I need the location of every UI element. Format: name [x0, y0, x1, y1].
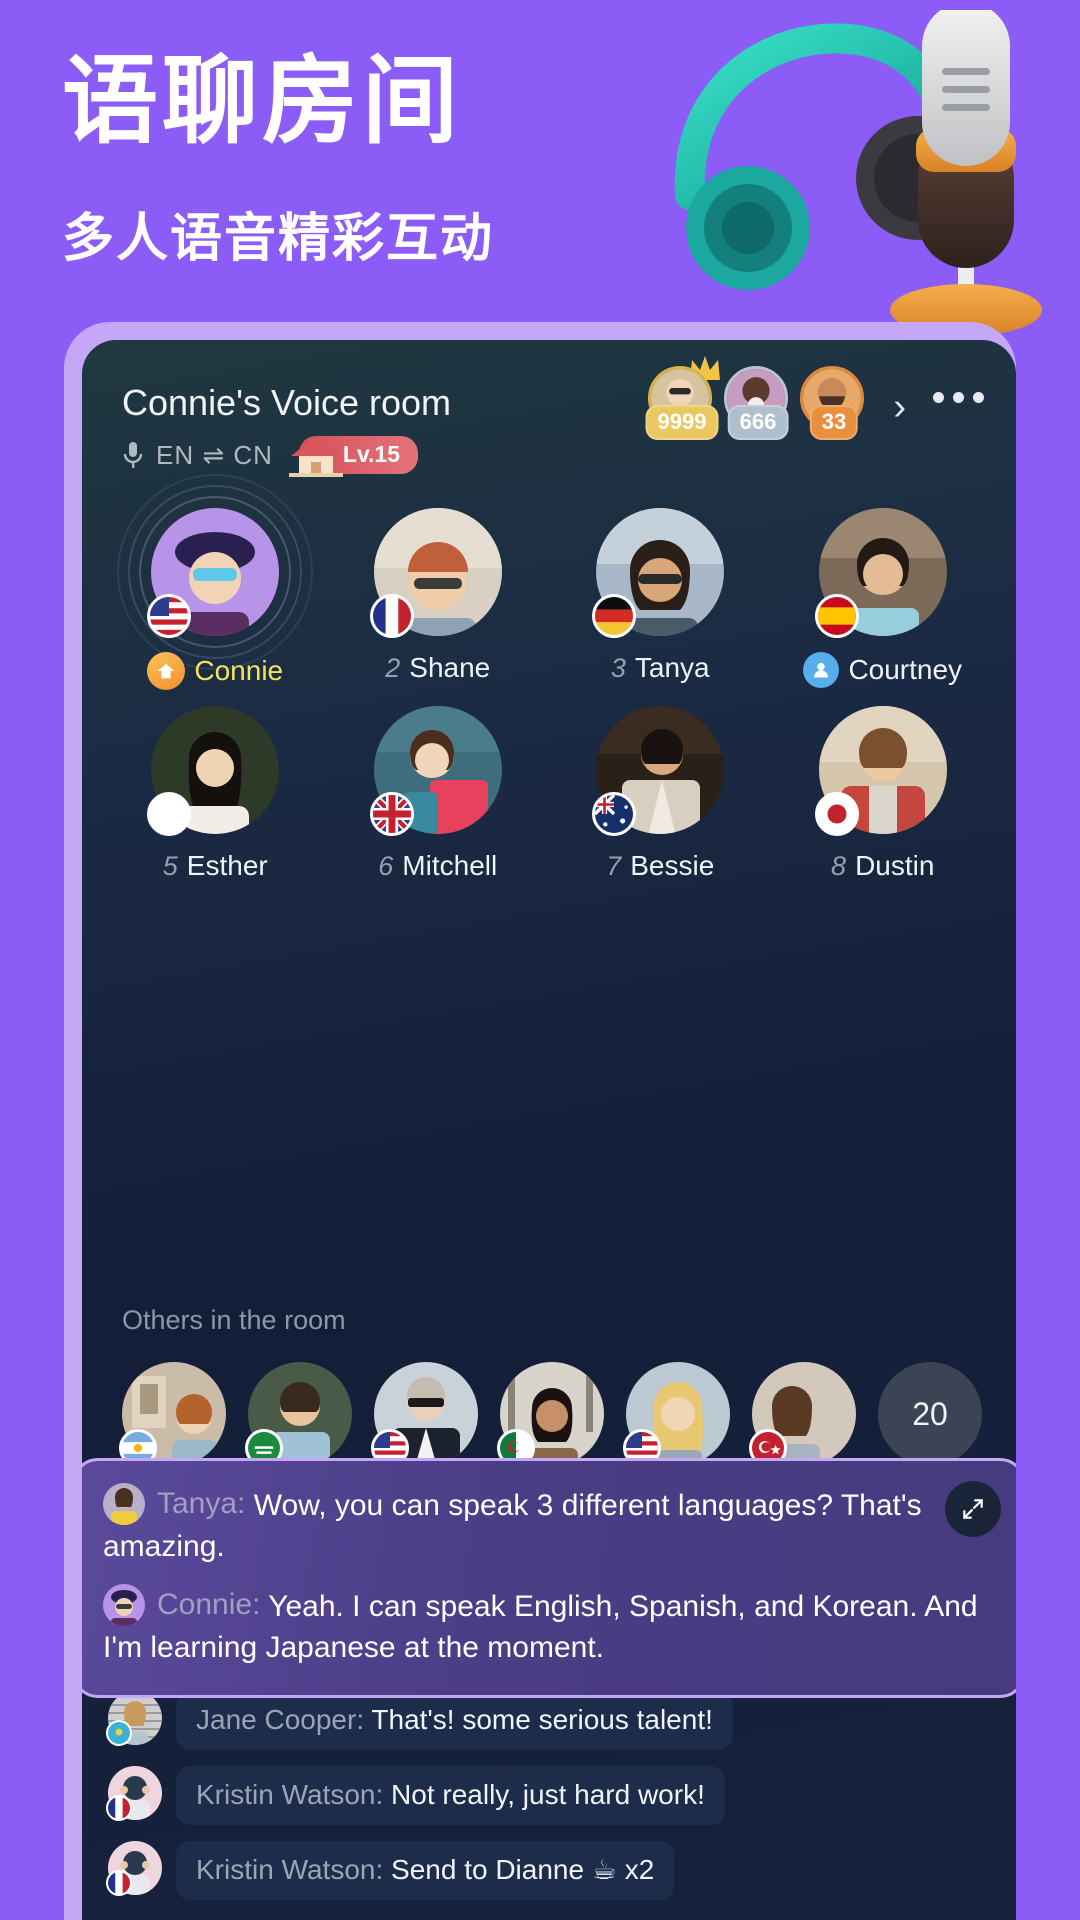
all-count: 20 — [878, 1362, 982, 1466]
highlight-message: Connie: Yeah. I can speak English, Spani… — [103, 1583, 995, 1669]
chat-sender: Kristin Watson: — [196, 1854, 384, 1886]
chat-text: That's! some serious talent! — [371, 1704, 713, 1736]
seat-label: Courtney — [788, 652, 978, 688]
avatar — [147, 706, 280, 836]
language-pair: EN ⇌ CN — [156, 439, 273, 470]
chat-message[interactable]: Kristin Watson: Send to Dianne ☕ x2 — [106, 1841, 990, 1900]
speaker-row: Connie 2 Shane 3 Tanya Courtney — [82, 474, 1016, 690]
highlight-sender: Tanya: — [157, 1487, 246, 1521]
chat-message[interactable]: Kristin Watson: Not really, just hard wo… — [106, 1766, 990, 1826]
seat-label: 7 Bessie — [606, 850, 715, 881]
chat-sender: Kristin Watson: — [196, 1779, 384, 1811]
others-title: Others in the room — [122, 1305, 346, 1335]
avatar — [103, 1483, 145, 1525]
flag-fr-icon — [369, 594, 414, 638]
rank-item[interactable]: 33 — [800, 366, 868, 440]
seat-label: 5 Esther — [162, 850, 268, 881]
speaker-grid: Connie 2 Shane 3 Tanya Courtney 5 Esther… — [82, 474, 1016, 898]
rank-value: 33 — [809, 405, 859, 440]
seat-courtney[interactable]: Courtney — [788, 508, 978, 690]
chat-bubble: Kristin Watson: Send to Dianne ☕ x2 — [176, 1841, 675, 1900]
seat-label: 8 Dustin — [831, 850, 935, 881]
flag-kz-icon — [106, 1720, 132, 1747]
avatar — [592, 508, 725, 638]
seat-esther[interactable]: 5 Esther — [120, 706, 310, 882]
flag-de-icon — [592, 594, 637, 638]
chat-list[interactable]: Jane Cooper: That's! some serious talent… — [82, 1691, 1016, 1920]
chat-bubble: Jane Cooper: That's! some serious talent… — [176, 1691, 733, 1751]
room-header: Connie's Voice room EN ⇌ CN Lv.15 9999 6… — [82, 340, 1016, 490]
chat-sender: Jane Cooper: — [196, 1704, 365, 1736]
avatar — [814, 706, 947, 836]
user-icon — [803, 652, 840, 688]
speaker-row: 5 Esther 6 Mitchell 7 Bessie 8 Dustin — [82, 706, 1016, 882]
seat-label: 2 Shane — [385, 652, 491, 683]
flag-fr-icon — [106, 1870, 132, 1897]
top-contributors[interactable]: 9999 666 33 — [645, 356, 868, 440]
avatar — [245, 1362, 352, 1467]
avatar — [497, 1362, 604, 1467]
microphone-icon — [122, 441, 144, 469]
chevron-right-icon[interactable]: › — [893, 388, 906, 426]
seat-mitchell[interactable]: 6 Mitchell — [343, 706, 533, 882]
chat-message[interactable]: Jane Cooper: That's! some serious talent… — [106, 1691, 990, 1751]
flag-gb-icon — [369, 792, 414, 836]
expand-icon[interactable] — [945, 1481, 1001, 1537]
page-subtitle: 多人语音精彩互动 — [62, 210, 495, 268]
room-title: Connie's Voice room — [122, 382, 452, 423]
more-options-icon[interactable] — [933, 392, 984, 403]
avatar — [371, 1362, 478, 1467]
seat-connie[interactable]: Connie — [117, 474, 314, 690]
seat-tanya[interactable]: 3 Tanya — [565, 508, 755, 690]
headphone-mic-illustration — [660, 10, 1080, 350]
avatar — [106, 1691, 162, 1747]
flag-us-icon — [147, 594, 192, 638]
page-title: 语聊房间 — [62, 48, 462, 155]
house-icon — [287, 432, 345, 478]
avatar — [106, 1841, 162, 1897]
avatar — [117, 474, 314, 670]
flag-fr-icon — [106, 1795, 132, 1822]
flag-es-icon — [814, 594, 859, 638]
avatar — [592, 706, 725, 836]
avatar — [623, 1362, 730, 1467]
rank-item[interactable]: 9999 — [645, 356, 720, 440]
chat-bubble: Kristin Watson: Not really, just hard wo… — [176, 1766, 725, 1826]
highlight-message: Tanya: Wow, you can speak 3 different la… — [103, 1483, 995, 1568]
level-badge[interactable]: Lv.15 — [288, 436, 419, 477]
rank-value: 9999 — [645, 405, 719, 440]
chat-text: Send to Dianne ☕ x2 — [391, 1854, 655, 1886]
avatar — [106, 1766, 162, 1822]
voice-room-screen: Connie's Voice room EN ⇌ CN Lv.15 9999 6… — [82, 340, 1016, 1920]
avatar — [369, 508, 502, 638]
room-meta: EN ⇌ CN Lv.15 — [122, 436, 419, 477]
seat-shane[interactable]: 2 Shane — [343, 508, 533, 690]
avatar — [749, 1362, 856, 1467]
flag-kr-icon — [147, 792, 192, 836]
seat-label: 6 Mitchell — [378, 850, 498, 881]
highlight-sender: Connie: — [157, 1588, 261, 1622]
seat-bessie[interactable]: 7 Bessie — [565, 706, 755, 882]
seat-dustin[interactable]: 8 Dustin — [788, 706, 978, 882]
phone-frame: Connie's Voice room EN ⇌ CN Lv.15 9999 6… — [64, 322, 1016, 1920]
rank-value: 666 — [727, 405, 789, 440]
flag-au-icon — [592, 792, 637, 836]
flag-jp-icon — [814, 792, 859, 836]
rank-item[interactable]: 666 — [724, 366, 792, 440]
highlighted-chat-card[interactable]: Tanya: Wow, you can speak 3 different la… — [82, 1458, 1016, 1698]
seat-label: 3 Tanya — [610, 652, 710, 683]
avatar — [103, 1583, 145, 1626]
avatar — [369, 706, 502, 836]
avatar — [119, 1362, 226, 1467]
avatar — [814, 508, 947, 638]
chat-text: Not really, just hard work! — [391, 1779, 705, 1811]
